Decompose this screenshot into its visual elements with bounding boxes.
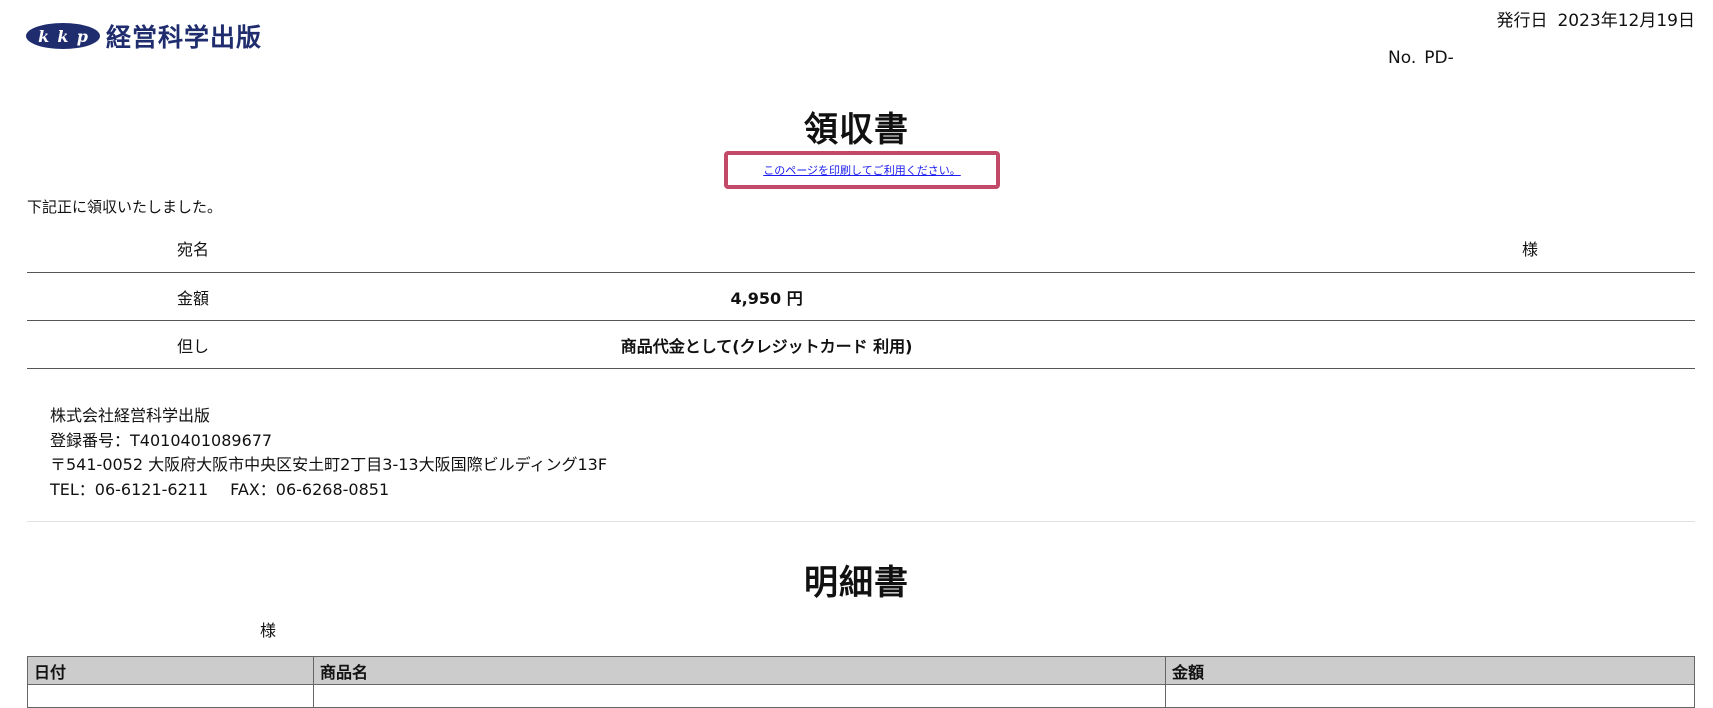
print-link-highlight: このページを印刷してご利用ください。 (724, 151, 1000, 189)
statement-table: 日付 商品名 金額 (27, 656, 1695, 708)
logo-letter: k (57, 26, 69, 46)
column-header-amount: 金額 (1165, 656, 1695, 685)
description-label: 但し (27, 320, 342, 369)
section-divider (27, 521, 1695, 522)
receipt-intro: 下記正に領収いたしました。 (27, 198, 223, 216)
document-number-value: PD- (1424, 48, 1454, 68)
table-cell (1165, 684, 1695, 708)
table-header-row: 日付 商品名 金額 (27, 656, 1695, 685)
statement-title: 明細書 (804, 563, 909, 603)
receipt-table: 宛名 様 金額 4,950 円 但し 商品代金として(クレジットカード 利用) (27, 224, 1695, 369)
table-cell (27, 684, 314, 708)
issue-date-value: 2023年12月19日 (1557, 11, 1695, 31)
logo-name: 経営科学出版 (106, 23, 263, 52)
table-row: 但し 商品代金として(クレジットカード 利用) (27, 320, 1695, 369)
print-page-link[interactable]: このページを印刷してご利用ください。 (763, 162, 960, 178)
amount-label: 金額 (27, 272, 342, 321)
table-row: 宛名 様 (27, 224, 1695, 273)
logo-letter: p (76, 26, 88, 46)
column-header-product: 商品名 (313, 656, 1166, 685)
company-address: 〒541-0052 大阪府大阪市中央区安土町2丁目3-13大阪国際ビルディング1… (50, 455, 608, 474)
issue-date: 発行日 2023年12月19日 (1496, 6, 1695, 31)
statement-honorific: 様 (260, 621, 277, 640)
document-number-label: No. (1388, 48, 1417, 68)
amount-suffix (1191, 272, 1695, 321)
addressee-honorific: 様 (1191, 224, 1695, 273)
document-number: No. PD- (1388, 48, 1454, 68)
description-value: 商品代金として(クレジットカード 利用) (342, 320, 1192, 369)
company-fax: FAX：06-6268-0851 (230, 479, 390, 499)
company-info: 株式会社経営科学出版 登録番号：T4010401089677 〒541-0052… (50, 404, 607, 502)
company-name: 株式会社経営科学出版 (50, 406, 211, 425)
column-header-date: 日付 (27, 656, 314, 685)
issue-date-label: 発行日 (1496, 11, 1548, 31)
receipt-title: 領収書 (804, 110, 909, 150)
amount-value: 4,950 円 (342, 272, 1192, 321)
addressee-label: 宛名 (27, 224, 342, 273)
company-registration: 登録番号：T4010401089677 (50, 430, 273, 450)
company-logo: k k p 経営科学出版 (26, 20, 262, 52)
company-tel: TEL：06-6121-6211 (50, 479, 209, 499)
logo-letter: k (38, 26, 50, 46)
table-row: 金額 4,950 円 (27, 272, 1695, 321)
logo-emblem: k k p (26, 23, 100, 49)
table-cell (313, 684, 1166, 708)
addressee-value (342, 224, 1192, 273)
company-contact: TEL：06-6121-6211 FAX：06-6268-0851 (50, 478, 607, 503)
description-suffix (1191, 320, 1695, 369)
table-row (27, 684, 1695, 708)
